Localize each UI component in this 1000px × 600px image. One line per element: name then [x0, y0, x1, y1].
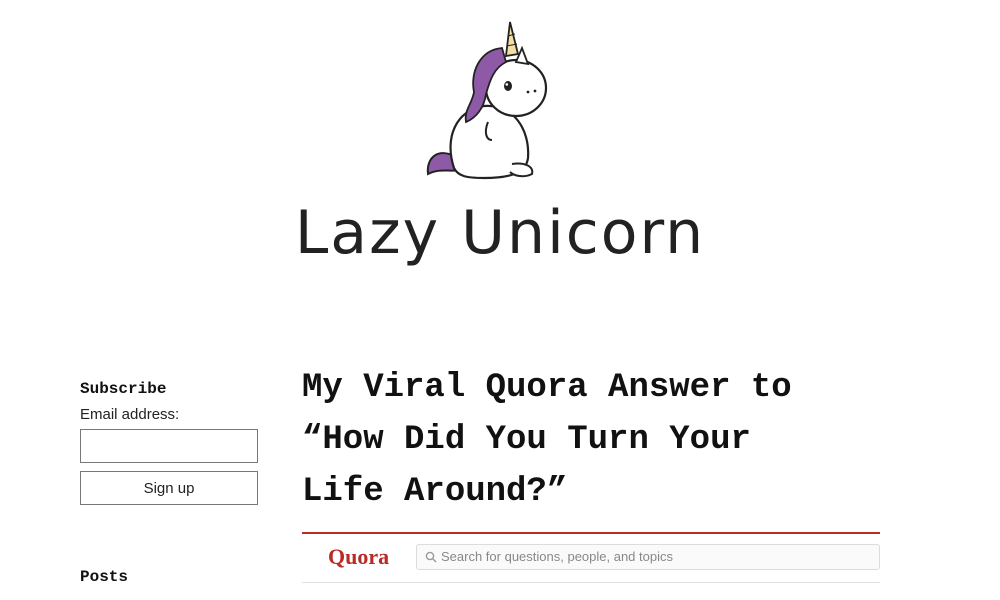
post-title-line: My Viral Quora Answer to: [302, 369, 792, 407]
sign-up-button[interactable]: Sign up: [80, 471, 258, 505]
post: My Viral Quora Answer to “How Did You Tu…: [302, 362, 880, 518]
email-label: Email address:: [80, 406, 180, 423]
site-title[interactable]: Lazy Unicorn: [0, 198, 1000, 268]
posts-heading: Posts: [80, 568, 129, 586]
unicorn-logo-icon[interactable]: [418, 18, 552, 180]
search-icon: [425, 551, 437, 563]
quora-logo[interactable]: Quora: [328, 544, 389, 570]
post-title-line: “How Did You Turn Your: [302, 421, 751, 459]
sidebar: Subscribe Email address: Sign up: [80, 380, 258, 505]
quora-search-bar[interactable]: Search for questions, people, and topics: [416, 544, 880, 570]
quora-embed: Quora Search for questions, people, and …: [302, 532, 880, 583]
email-field[interactable]: [80, 429, 258, 463]
subscribe-heading: Subscribe: [80, 380, 167, 398]
post-title[interactable]: My Viral Quora Answer to “How Did You Tu…: [302, 362, 880, 518]
post-title-line: Life Around?”: [302, 473, 568, 511]
search-placeholder: Search for questions, people, and topics: [441, 549, 673, 564]
